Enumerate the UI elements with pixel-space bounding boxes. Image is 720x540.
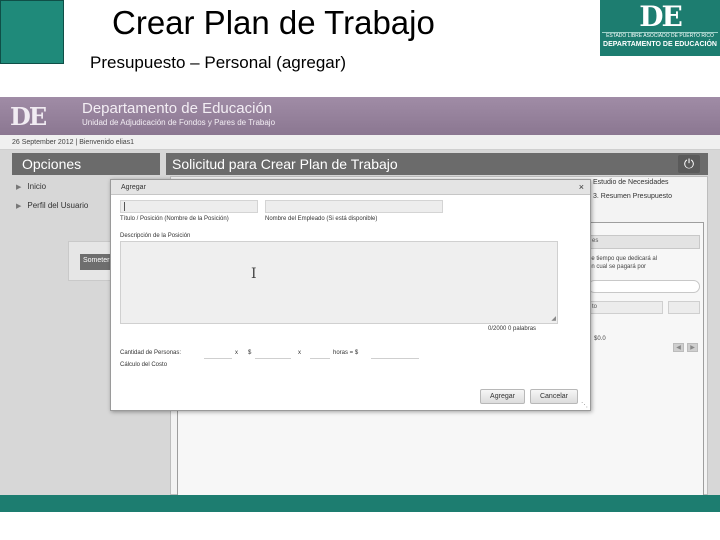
app-unit-name: Unidad de Adjudicación de Fondos y Pares… — [82, 118, 276, 127]
close-icon[interactable]: × — [579, 182, 584, 192]
hours-input[interactable] — [310, 348, 330, 359]
resize-grip-icon[interactable]: ◢ — [551, 315, 556, 322]
sidebar-item-label: Inicio — [27, 182, 47, 191]
description-label: Descripción de la Posición — [120, 233, 191, 239]
tab-estudio-necesidades[interactable]: Estudio de Necesidades — [593, 179, 669, 186]
amount-value: $0.0 — [594, 336, 606, 342]
logo-mark: DE — [639, 0, 683, 33]
slide-title: Crear Plan de Trabajo — [112, 4, 435, 41]
app-logo: DE — [10, 102, 47, 131]
modal-titlebar: Agregar × — [111, 180, 590, 195]
multiply-sign-2: x — [298, 350, 301, 356]
teal-square-decoration — [0, 0, 64, 64]
department-logo: DE ESTADO LIBRE ASOCIADO DE PUERTO RICO … — [600, 0, 720, 56]
quantity-input[interactable] — [204, 348, 232, 359]
text-caret — [124, 202, 125, 211]
submit-button[interactable]: Someter — [80, 254, 112, 270]
chevron-right-icon: ▶ — [16, 203, 22, 210]
section-pill: es — [588, 235, 700, 249]
quantity-label: Cantidad de Personas: — [120, 350, 182, 356]
sidebar-item-label: Perfil del Usuario — [27, 201, 89, 210]
app-department-name: Departamento de Educación — [82, 100, 273, 117]
total-input[interactable] — [371, 348, 419, 359]
rounded-input[interactable] — [588, 280, 700, 293]
select-field-2[interactable] — [668, 301, 700, 314]
app-screenshot: DE Departamento de Educación Unidad de A… — [0, 97, 720, 495]
help-text-line-1: de tiempo que dedicará al — [588, 256, 658, 262]
bottom-teal-bar — [0, 495, 720, 512]
title-position-input[interactable] — [120, 200, 258, 213]
sidebar-item-inicio[interactable]: ▶ Inicio — [16, 182, 46, 191]
slide-subtitle: Presupuesto – Personal (agregar) — [90, 53, 347, 72]
tab-resumen-presupuesto[interactable]: 3. Resumen Presupuesto — [593, 193, 672, 200]
chevron-right-icon: ▶ — [16, 184, 22, 191]
dollar-sign-1: $ — [248, 350, 252, 356]
help-text-line-2: on cual se pagará por — [588, 264, 647, 270]
word-count: 0/2000 0 palabras — [488, 326, 537, 332]
app-header: DE Departamento de Educación Unidad de A… — [0, 97, 720, 135]
select-field-1[interactable]: to — [588, 301, 663, 314]
rate-input[interactable] — [255, 348, 291, 359]
user-bar: 26 September 2012 | Bienvenido elias1 — [0, 135, 720, 150]
prev-arrow-icon[interactable]: ◀ — [673, 343, 684, 352]
agregar-modal: Agregar × Título / Posición (Nombre de l… — [110, 179, 591, 411]
hours-label: horas = $ — [333, 350, 359, 356]
next-arrow-icon[interactable]: ▶ — [687, 343, 698, 352]
multiply-sign-1: x — [235, 350, 238, 356]
power-icon[interactable]: ⏻ — [678, 155, 700, 173]
add-button[interactable]: Agregar — [480, 389, 525, 404]
logo-line-1: ESTADO LIBRE ASOCIADO DE PUERTO RICO — [602, 32, 718, 40]
title-position-label: Título / Posición (Nombre de la Posición… — [120, 216, 229, 222]
description-textarea[interactable]: I ◢ — [120, 241, 558, 324]
sidebar-heading: Opciones — [12, 153, 160, 175]
logo-line-2: DEPARTAMENTO DE EDUCACIÓN — [603, 41, 717, 48]
employee-name-label: Nombre del Empleado (Si está disponible) — [265, 216, 378, 222]
employee-name-input[interactable] — [265, 200, 443, 213]
text-cursor-icon: I — [251, 266, 257, 282]
sidebar-item-perfil[interactable]: ▶ Perfil del Usuario — [16, 201, 88, 210]
main-heading: Solicitud para Crear Plan de Trabajo ⏻ — [166, 153, 708, 175]
cancel-button[interactable]: Cancelar — [530, 389, 578, 404]
main-heading-text: Solicitud para Crear Plan de Trabajo — [172, 156, 398, 172]
cost-calculation-label: Cálculo del Costo — [120, 362, 168, 368]
resize-grip-icon[interactable]: ⋱ — [581, 401, 588, 409]
modal-title: Agregar — [121, 184, 146, 191]
